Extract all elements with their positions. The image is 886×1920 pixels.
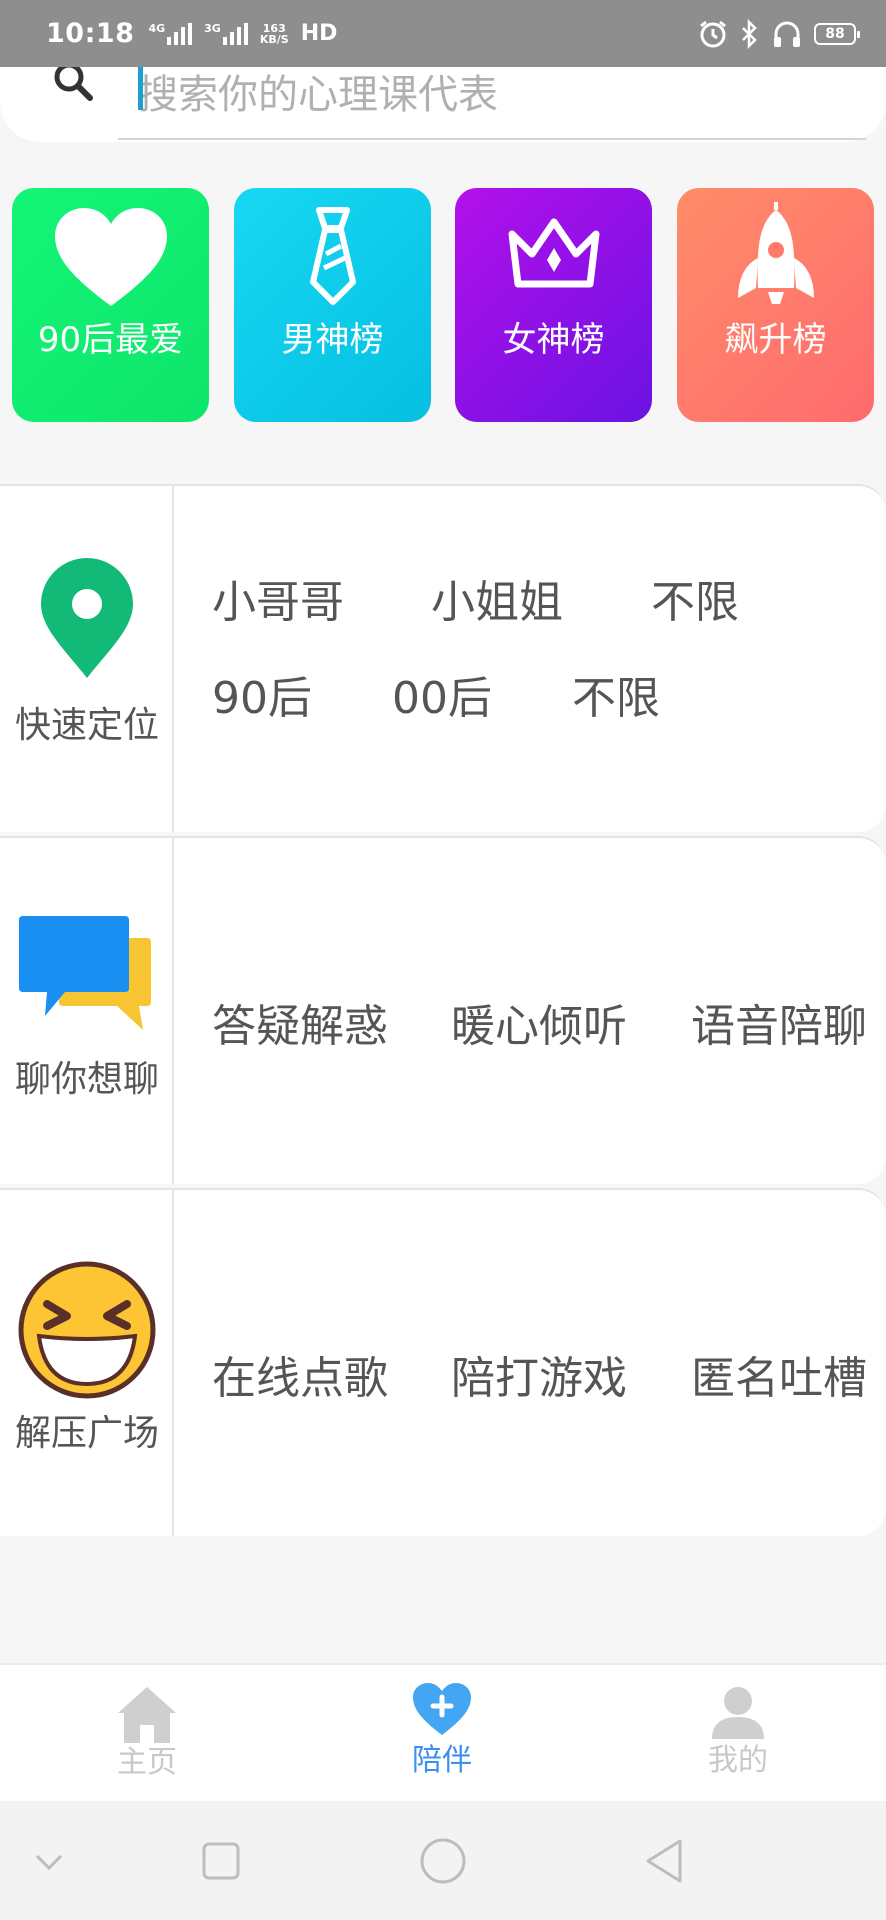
section-label: 快速定位 <box>14 705 159 746</box>
recent-apps-icon[interactable] <box>201 1841 241 1881</box>
crown-icon <box>508 218 599 288</box>
nav-label: 陪伴 <box>412 1743 472 1778</box>
nav-label: 主页 <box>117 1745 177 1780</box>
category-rising-ranking[interactable]: 飙升榜 <box>677 188 874 422</box>
network-indicators: 4G 3G 163 KB/S HD <box>148 21 337 46</box>
nav-label: 我的 <box>708 1743 768 1778</box>
section-label: 聊你想聊 <box>14 1059 159 1100</box>
filter-option-gender-any[interactable]: 不限 <box>651 566 739 630</box>
category-label: 男神榜 <box>281 320 384 360</box>
relax-option-game[interactable]: 陪打游戏 <box>451 1342 627 1406</box>
relax-section: 解压广场 在线点歌 陪打游戏 匿名吐槽 <box>0 1188 886 1536</box>
category-tiles: 90后最爱 男神榜 女神榜 飙升榜 <box>12 188 874 422</box>
quick-locate-section: 快速定位 小哥哥 小姐姐 不限 90后 00后 不限 <box>0 484 886 832</box>
rocket-icon <box>737 202 814 304</box>
category-90s-favorite[interactable]: 90后最爱 <box>12 188 209 422</box>
status-bar: 10:18 4G 3G 163 KB/S HD 88 <box>0 0 886 67</box>
hd-voice-icon: HD <box>300 21 338 46</box>
nav-home[interactable]: 主页 <box>57 1665 237 1803</box>
status-time: 10:18 <box>46 18 135 49</box>
alarm-clock-icon <box>700 20 726 47</box>
network-speed: 163 KB/S <box>259 21 289 46</box>
laughing-face-icon <box>18 1261 156 1399</box>
sim1-signal-icon: 4G <box>148 22 193 45</box>
battery-icon: 88 <box>814 22 860 45</box>
necktie-icon <box>309 207 356 305</box>
filter-option-boys[interactable]: 小哥哥 <box>212 566 344 630</box>
headphones-icon <box>774 21 800 47</box>
section-label: 解压广场 <box>14 1413 159 1454</box>
chat-bubbles-icon <box>19 916 151 1030</box>
category-label: 女神榜 <box>502 320 605 360</box>
category-male-ranking[interactable]: 男神榜 <box>234 188 431 422</box>
bottom-navigation: 主页 陪伴 我的 <box>0 1663 886 1801</box>
category-label: 飙升榜 <box>724 320 827 360</box>
heart-icon <box>54 208 167 306</box>
relax-option-vent[interactable]: 匿名吐槽 <box>691 1342 867 1406</box>
filter-option-00s[interactable]: 00后 <box>392 662 492 726</box>
person-icon <box>712 1687 764 1739</box>
location-pin-icon <box>41 558 133 678</box>
chevron-down-icon[interactable] <box>34 1852 64 1872</box>
chat-section: 聊你想聊 答疑解惑 暖心倾听 语音陪聊 <box>0 836 886 1184</box>
system-navigation-bar <box>0 1801 886 1920</box>
chat-option-listen[interactable]: 暖心倾听 <box>451 990 627 1054</box>
category-label: 90后最爱 <box>37 320 184 360</box>
relax-header[interactable]: 解压广场 <box>0 1190 174 1536</box>
nav-mine[interactable]: 我的 <box>648 1665 828 1803</box>
quick-locate-header[interactable]: 快速定位 <box>0 486 174 832</box>
home-icon <box>118 1687 176 1743</box>
home-circle-icon[interactable] <box>419 1837 467 1885</box>
sim2-signal-icon: 3G <box>204 22 248 45</box>
heart-plus-icon <box>413 1683 471 1735</box>
filter-option-age-any[interactable]: 不限 <box>572 662 660 726</box>
category-female-ranking[interactable]: 女神榜 <box>455 188 652 422</box>
filter-option-90s[interactable]: 90后 <box>212 662 312 726</box>
nav-company[interactable]: 陪伴 <box>352 1665 532 1803</box>
back-icon[interactable] <box>642 1837 686 1885</box>
relax-option-song[interactable]: 在线点歌 <box>212 1342 388 1406</box>
bluetooth-icon <box>742 18 757 49</box>
chat-option-qa[interactable]: 答疑解惑 <box>212 990 388 1054</box>
chat-header[interactable]: 聊你想聊 <box>0 838 174 1184</box>
filter-option-girls[interactable]: 小姐姐 <box>431 566 563 630</box>
chat-option-voice[interactable]: 语音陪聊 <box>691 990 867 1054</box>
